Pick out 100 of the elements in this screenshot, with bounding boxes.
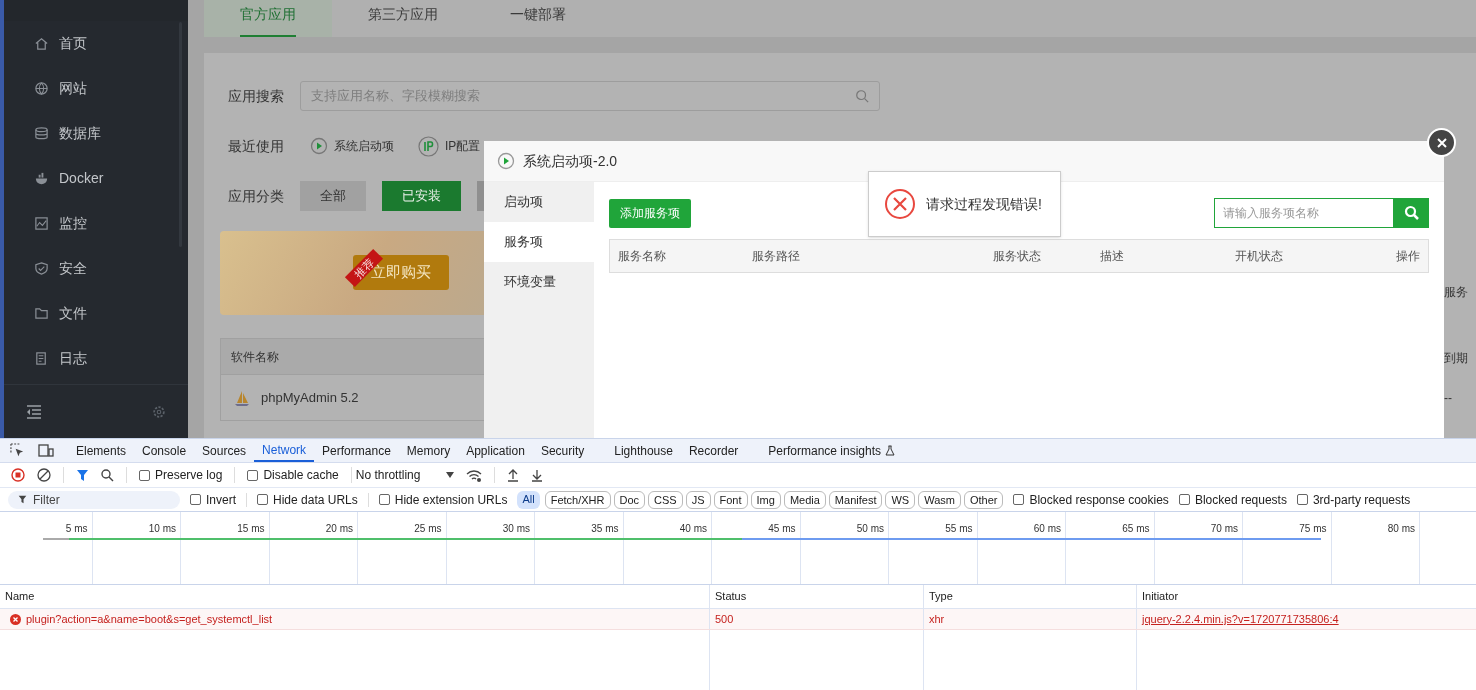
ip-icon [418,135,439,157]
clear-icon[interactable] [37,468,51,482]
devtools-tab[interactable]: Security [532,439,593,462]
time-tick-label: 15 ms [237,523,265,534]
column-header: 开机状态 [1235,248,1284,265]
type-filter-chip[interactable]: Wasm [918,490,961,509]
devtools-tab[interactable]: Recorder [680,439,747,462]
type-filter-chip[interactable]: All [517,490,540,509]
collapse-menu-icon[interactable] [26,404,42,419]
search-label: 应用搜索 [228,86,285,106]
type-filter-chip[interactable]: Fetch/XHR [544,490,611,509]
type-filter-chip[interactable]: Other [963,490,1004,509]
type-filter-chip[interactable]: Media [783,490,826,509]
type-filter-chip[interactable]: Manifest [828,490,883,509]
app-tab[interactable]: 一键部署 [474,0,602,37]
whale-icon [34,171,49,186]
checkbox[interactable]: Preserve log [139,466,223,484]
type-filter-chip[interactable]: Img [750,490,781,509]
filter-icon[interactable] [76,468,89,482]
filter-field[interactable]: Filter [8,490,180,509]
checkbox[interactable]: Blocked requests [1178,490,1287,509]
table-header-cell-text: 到期 [1444,350,1468,367]
type-filter-chip[interactable]: Doc [613,490,646,509]
sidebar-item[interactable]: 日志 [4,336,188,381]
time-tick-label: 10 ms [148,523,176,534]
recent-app-link[interactable]: IP配置 [418,135,481,157]
type-filter-chip[interactable]: CSS [648,490,683,509]
close-icon [1436,137,1447,148]
type-filter-chip[interactable]: JS [685,490,711,509]
modal-nav-item[interactable]: 环境变量 [484,262,594,302]
chart-icon [34,216,49,231]
caret-icon [446,472,455,478]
column-header: 服务状态 [993,248,1042,265]
search-button[interactable] [1394,198,1429,228]
checkbox[interactable]: Hide data URLs [257,490,358,509]
record-stop-icon[interactable] [11,468,25,482]
search-icon [1403,205,1420,221]
download-icon[interactable] [531,468,544,482]
checkbox[interactable]: Blocked response cookies [1013,490,1169,509]
tab-underline [240,35,296,37]
time-tick-label: 20 ms [325,523,353,534]
inspect-element-icon[interactable] [10,443,25,458]
devtools-tab[interactable]: Application [458,439,533,462]
column-header: Initiator [1142,589,1179,605]
time-tick-label: 45 ms [768,523,796,534]
sidebar-item[interactable]: 监控 [4,201,188,246]
type-cell-text: xhr [929,611,945,627]
initiator-link[interactable]: jquery-2.2.4.min.js?v=1720771735806:4 [1142,610,1339,628]
devtools-tab[interactable]: Performance [314,439,399,462]
category-button[interactable]: 已安装 [382,181,461,211]
sidebar-item[interactable]: 网站 [4,66,188,111]
time-tick-label: 25 ms [414,523,442,534]
devtools-tab[interactable]: Sources [194,439,255,462]
devtools-tab[interactable]: Lighthouse [606,439,681,462]
checkbox[interactable]: 3rd-party requests [1296,490,1411,509]
time-tick-label: 60 ms [1033,523,1061,534]
checkbox[interactable]: Hide extension URLs [378,490,508,509]
recent-app-link[interactable]: 系统启动项 [310,137,394,155]
type-filter-chip[interactable]: Font [713,490,748,509]
devtools-tab[interactable]: Performance insights [760,439,904,462]
sidebar-item[interactable]: 文件 [4,291,188,336]
banner-text: 服务 [1444,284,1468,301]
search-icon[interactable] [101,468,114,482]
sidebar-item[interactable]: 首页 [4,21,188,66]
time-tick-label: 40 ms [679,523,707,534]
sidebar-item[interactable]: 安全 [4,246,188,291]
modal-title: 系统启动项-2.0 [523,151,618,171]
status-cell-text: 500 [715,611,734,627]
devtools-tab[interactable]: Memory [398,439,459,462]
upload-icon[interactable] [507,468,520,482]
modal-nav-item[interactable]: 启动项 [484,182,594,222]
time-tick-label: 80 ms [1387,523,1415,534]
app-tab[interactable]: 第三方应用 [332,0,474,37]
category-label: 应用分类 [228,186,285,206]
recent-label: 最近使用 [228,136,285,156]
sidebar-item[interactable]: 数据库 [4,111,188,156]
checkbox[interactable]: Disable cache [247,466,339,484]
devtools-tab[interactable]: Elements [68,439,135,462]
category-button[interactable]: 全部 [300,181,366,211]
checkbox[interactable]: Invert [190,490,236,509]
globe-icon [34,81,49,96]
error-message: 请求过程发现错误! [926,194,1042,214]
throttling-dropdown[interactable]: No throttling [355,466,455,484]
wifi-settings-icon[interactable] [466,468,483,482]
devtools-tab[interactable]: Network [254,439,315,462]
shield-icon [34,261,49,276]
time-tick-label: 50 ms [856,523,884,534]
table-cell-text: -- [1444,390,1452,407]
type-filter-chip[interactable]: WS [885,490,916,509]
request-name[interactable]: plugin?action=a&name=boot&s=get_systemctl_list [26,610,273,628]
time-tick-label: 35 ms [591,523,619,534]
device-toolbar-icon[interactable] [38,443,54,458]
time-tick-label: 65 ms [1122,523,1150,534]
devtools-tab[interactable]: Console [134,439,195,462]
sidebar-item[interactable]: Docker [4,156,188,201]
modal-nav-item[interactable]: 服务项 [484,222,594,262]
folder-icon [34,306,49,321]
column-header: 描述 [1100,248,1125,265]
filter-icon [18,495,27,504]
time-tick-label: 30 ms [502,523,530,534]
